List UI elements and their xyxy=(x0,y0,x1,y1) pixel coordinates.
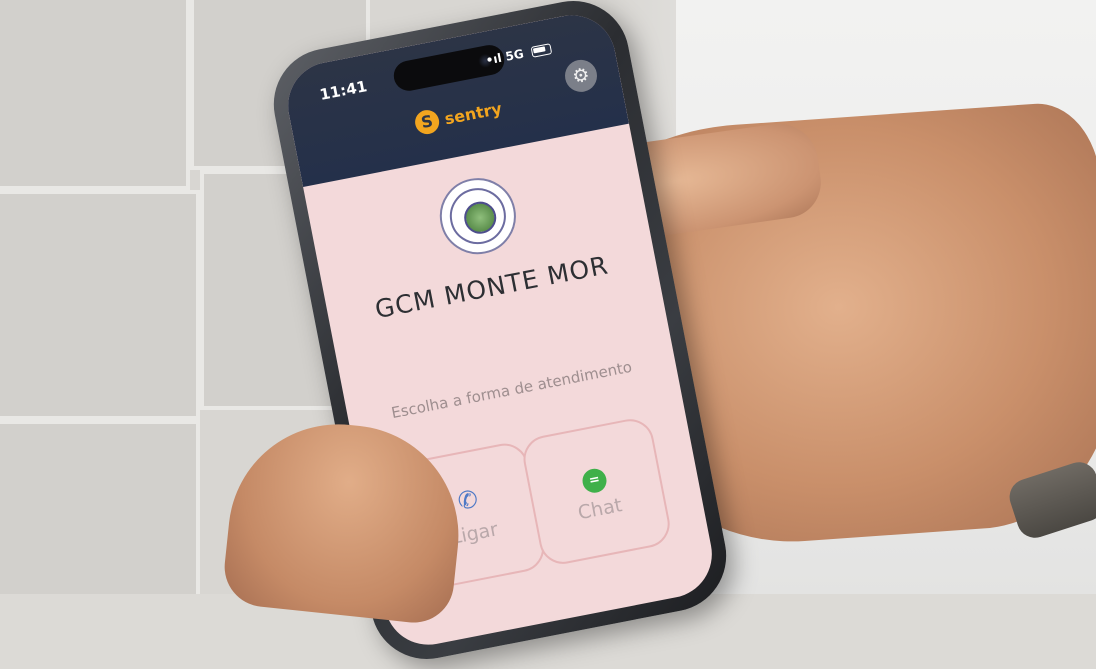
gear-icon[interactable]: ⚙ xyxy=(562,57,600,95)
brand-name: sentry xyxy=(442,98,504,128)
signal-icon: •ıl xyxy=(484,50,503,68)
gcm-emblem-icon xyxy=(433,171,523,261)
organization-name: GCM MONTE MOR xyxy=(372,250,611,325)
brand-logo-group: S sentry xyxy=(413,96,504,137)
sentry-logo-icon: S xyxy=(413,108,442,137)
status-time: 11:41 xyxy=(318,77,369,104)
floor-tile xyxy=(0,0,190,190)
chat-icon: = xyxy=(580,466,609,495)
chat-option-button[interactable]: = Chat xyxy=(519,415,674,568)
floor-tile xyxy=(0,420,200,594)
network-type: 5G xyxy=(504,46,525,64)
floor-tile xyxy=(0,190,200,420)
service-prompt: Escolha a forma de atendimento xyxy=(389,357,634,423)
battery-icon xyxy=(530,43,553,58)
dynamic-island xyxy=(391,42,507,94)
